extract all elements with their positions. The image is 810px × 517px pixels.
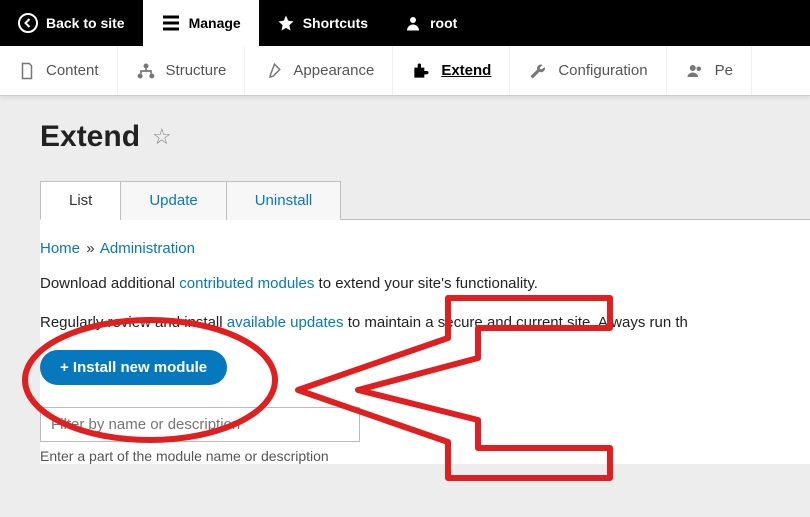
manage-button[interactable]: Manage [143, 0, 259, 46]
shortcuts-label: Shortcuts [303, 15, 368, 31]
paintbrush-icon [263, 62, 283, 80]
manage-label: Manage [189, 15, 241, 31]
admin-content[interactable]: Content [0, 46, 118, 95]
content-area: Home » Administration Download additiona… [40, 220, 810, 464]
tab-list[interactable]: List [40, 181, 121, 220]
contributed-modules-link[interactable]: contributed modules [179, 275, 314, 292]
admin-people-label: Pe [715, 62, 733, 79]
puzzle-icon [411, 61, 431, 81]
admin-content-label: Content [46, 62, 99, 79]
toolbar: Back to site Manage Shortcuts root [0, 0, 810, 46]
admin-structure[interactable]: Structure [118, 46, 246, 95]
admin-configuration-label: Configuration [558, 62, 647, 79]
favorite-star-icon[interactable]: ☆ [152, 124, 172, 150]
tabs: List Update Uninstall [40, 180, 810, 220]
filter-help-text: Enter a part of the module name or descr… [40, 448, 810, 464]
admin-extend[interactable]: Extend [393, 46, 510, 95]
breadcrumb-home[interactable]: Home [40, 240, 80, 257]
user-icon [404, 14, 422, 32]
document-icon [18, 62, 36, 80]
user-button[interactable]: root [386, 0, 475, 46]
admin-appearance[interactable]: Appearance [245, 46, 393, 95]
admin-configuration[interactable]: Configuration [510, 46, 666, 95]
tab-update[interactable]: Update [120, 181, 226, 220]
people-icon [685, 62, 705, 80]
page-title-row: Extend ☆ [40, 120, 810, 154]
breadcrumb-admin[interactable]: Administration [100, 240, 195, 257]
tab-uninstall[interactable]: Uninstall [226, 181, 342, 220]
p1-text-b: to extend your site's functionality. [314, 275, 538, 292]
admin-menu: Content Structure Appearance Extend Conf… [0, 46, 810, 96]
install-new-module-button[interactable]: + Install new module [40, 350, 227, 385]
wrench-icon [528, 62, 548, 80]
available-updates-link[interactable]: available updates [227, 314, 344, 331]
p2-text-b: to maintain a secure and current site. A… [344, 314, 688, 331]
breadcrumb-sep: » [84, 240, 96, 257]
back-arrow-icon [18, 13, 38, 33]
star-icon [277, 14, 295, 32]
filter-input[interactable] [40, 407, 360, 442]
p2-text-a: Regularly review and install [40, 314, 227, 331]
back-to-site-label: Back to site [46, 15, 125, 31]
intro-paragraph-1: Download additional contributed modules … [40, 273, 810, 296]
back-to-site-button[interactable]: Back to site [0, 0, 143, 46]
breadcrumb: Home » Administration [40, 240, 810, 257]
admin-extend-label: Extend [441, 62, 491, 79]
page-title: Extend [40, 120, 140, 154]
page-region: Extend ☆ List Update Uninstall Home » Ad… [0, 96, 810, 464]
admin-appearance-label: Appearance [293, 62, 374, 79]
admin-people[interactable]: Pe [667, 46, 752, 95]
hierarchy-icon [136, 62, 156, 80]
shortcuts-button[interactable]: Shortcuts [259, 0, 386, 46]
hamburger-icon [161, 13, 181, 33]
admin-structure-label: Structure [166, 62, 227, 79]
intro-paragraph-2: Regularly review and install available u… [40, 312, 810, 335]
p1-text-a: Download additional [40, 275, 179, 292]
user-label: root [430, 15, 457, 31]
